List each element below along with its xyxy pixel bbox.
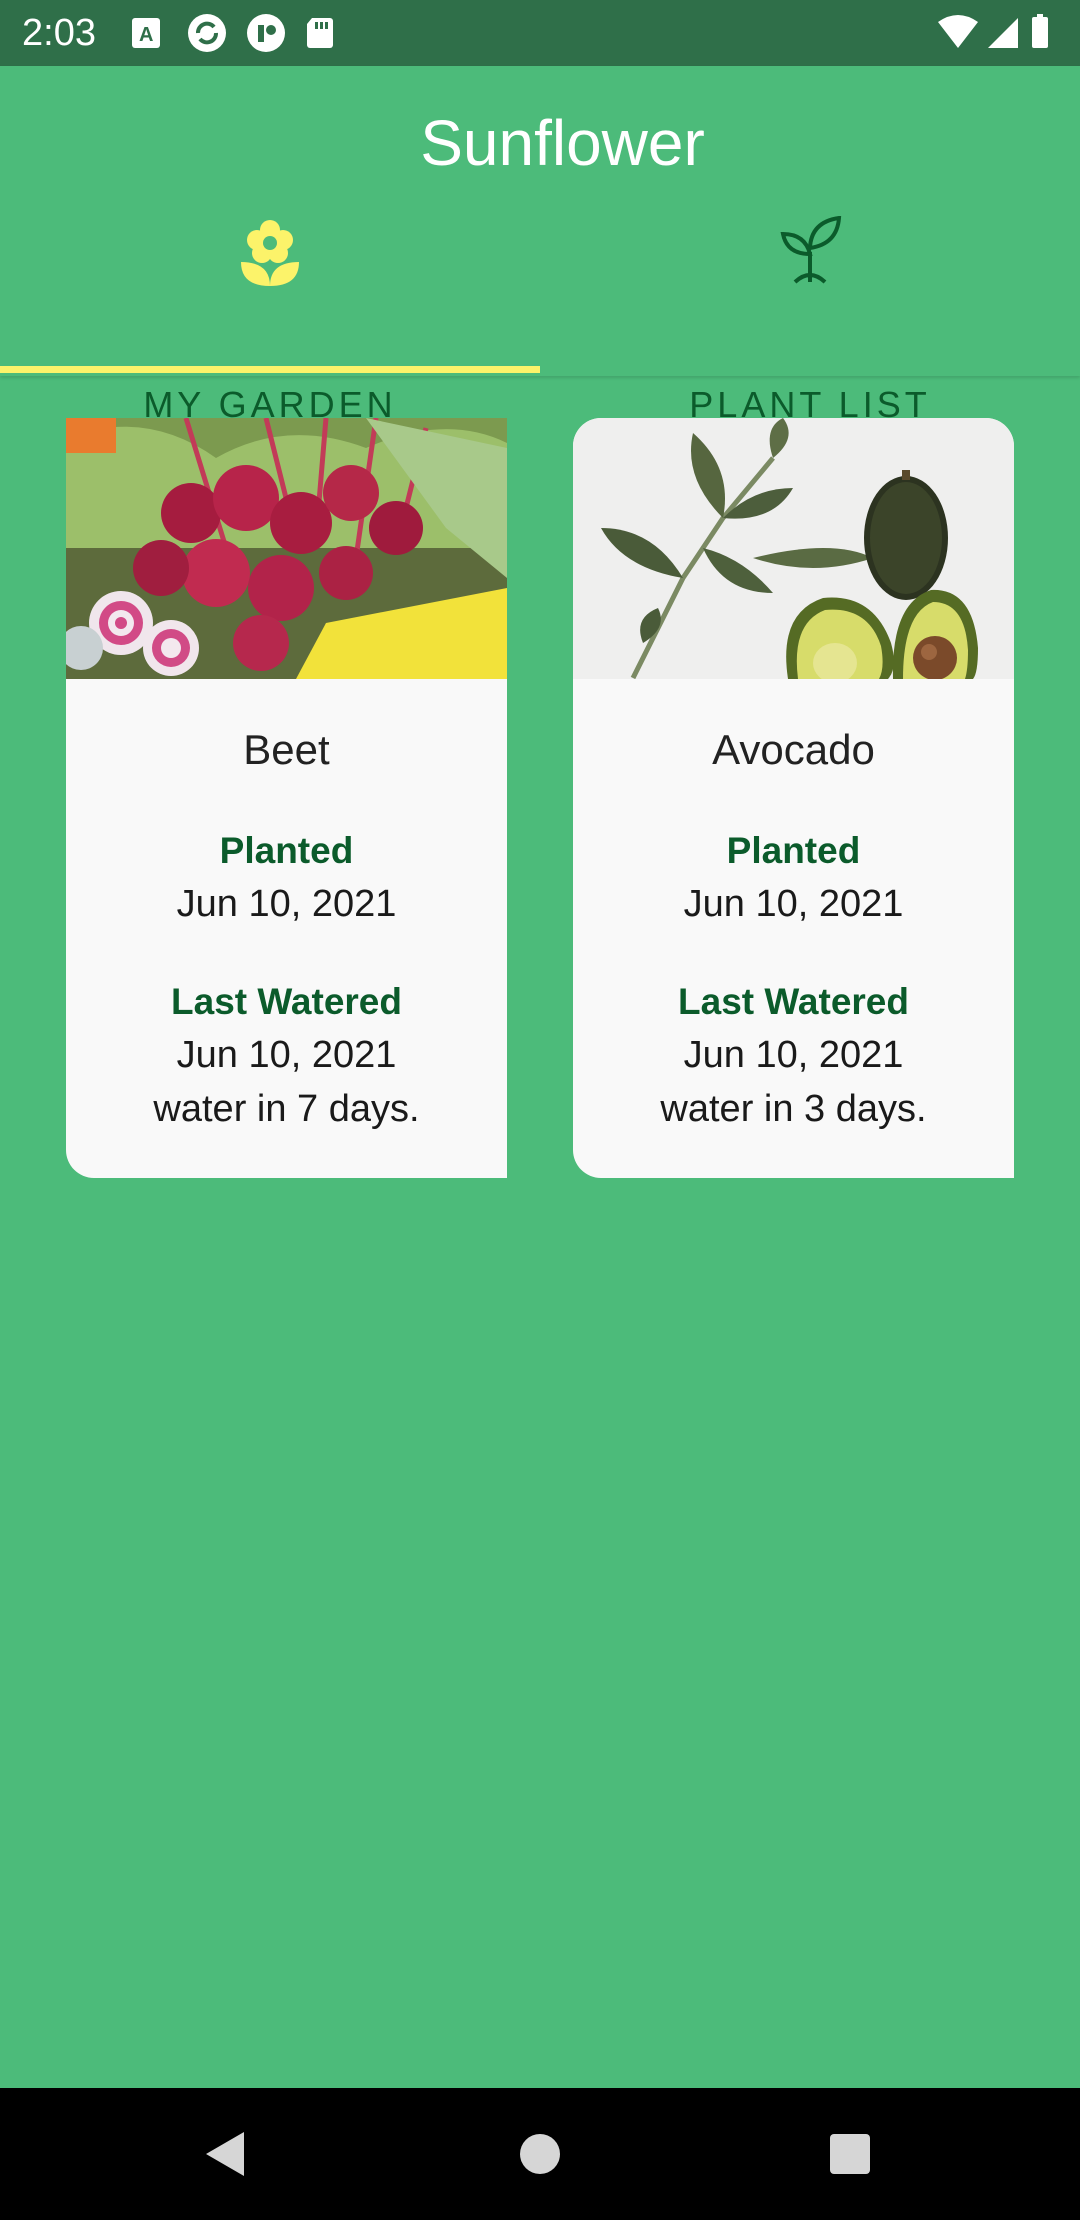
water-interval: water in 3 days.	[660, 1088, 927, 1130]
app-title: Sunflower	[420, 107, 705, 179]
pocket-icon	[247, 14, 285, 52]
back-icon[interactable]	[196, 2122, 260, 2186]
sprout-icon	[780, 216, 842, 284]
signal-icon	[988, 18, 1018, 48]
garden-card-avocado[interactable]: Avocado Planted Jun 10, 2021 Last Watere…	[573, 418, 1014, 1178]
planted-label: Planted	[726, 830, 861, 871]
plant-name: Avocado	[712, 726, 875, 773]
planted-date: Jun 10, 2021	[683, 883, 904, 925]
water-interval: water in 7 days.	[153, 1088, 420, 1130]
notification-icons: A	[132, 14, 333, 52]
beet-photo	[66, 418, 507, 679]
selected-tab-indicator	[0, 366, 540, 373]
last-watered-label: Last Watered	[171, 981, 402, 1022]
tab-my-garden[interactable]: MY GARDEN	[0, 216, 540, 425]
last-watered-date: Jun 10, 2021	[683, 1034, 904, 1076]
plant-name: Beet	[243, 726, 330, 773]
last-watered-label: Last Watered	[678, 981, 909, 1022]
last-watered-date: Jun 10, 2021	[176, 1034, 397, 1076]
wifi-icon	[938, 15, 978, 48]
planted-label: Planted	[219, 830, 354, 871]
recents-icon[interactable]	[818, 2122, 882, 2186]
home-icon[interactable]	[508, 2122, 572, 2186]
status-time: 2:03	[22, 12, 96, 54]
tab-plant-list[interactable]: PLANT LIST	[540, 216, 1080, 425]
planted-date: Jun 10, 2021	[176, 883, 397, 925]
app-bar: Sunflower MY GARDEN PLANT LIST	[0, 66, 1080, 425]
system-status-icons	[938, 14, 1048, 48]
sync-icon	[188, 14, 226, 52]
text-a-icon: A	[132, 18, 160, 48]
battery-icon	[1032, 14, 1048, 48]
flower-icon	[241, 220, 299, 286]
svg-text:A: A	[139, 24, 153, 46]
garden-card-beet[interactable]: Beet Planted Jun 10, 2021 Last Watered J…	[66, 418, 507, 1178]
navigation-bar	[0, 2088, 1080, 2220]
status-bar: 2:03 A	[0, 0, 1080, 66]
avocado-photo	[573, 418, 1014, 679]
sd-card-icon	[307, 18, 333, 48]
